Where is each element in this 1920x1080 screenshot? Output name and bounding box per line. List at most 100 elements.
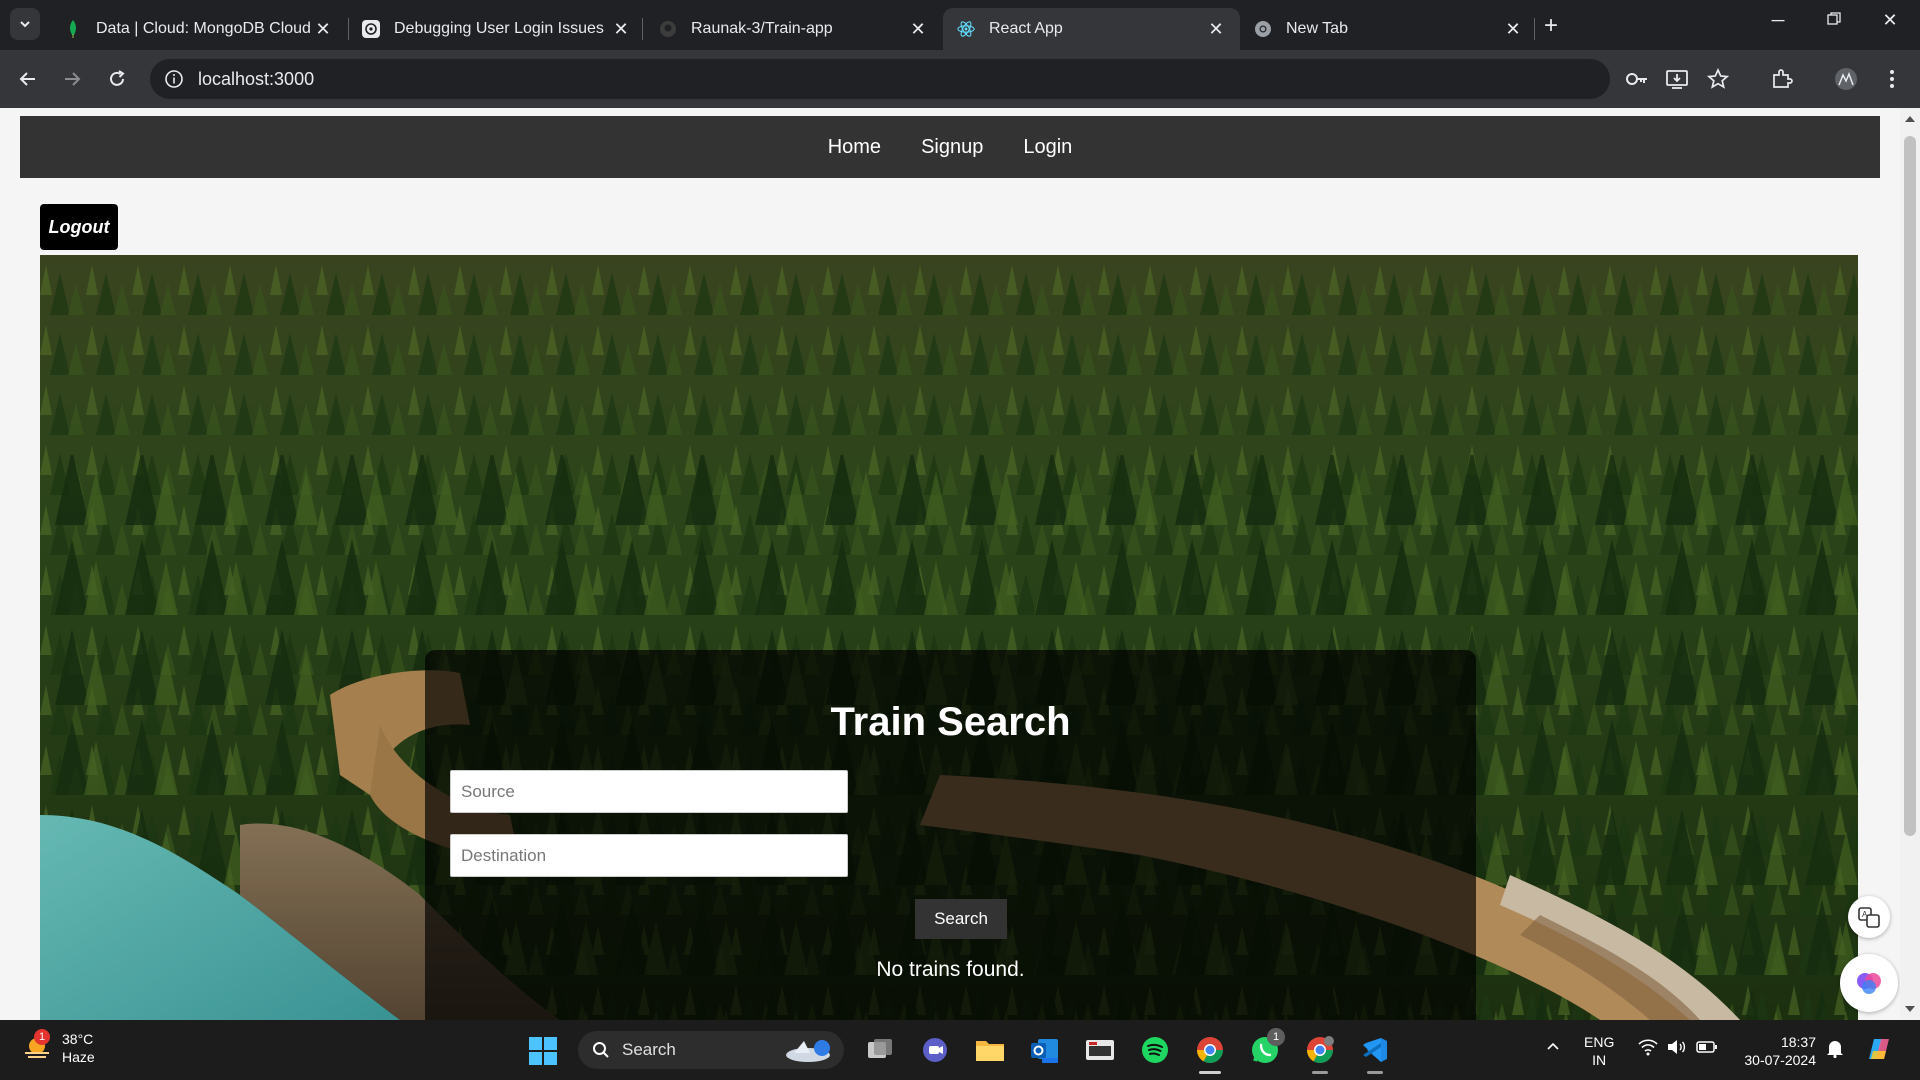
taskbar-search-box[interactable]: Search (578, 1031, 844, 1069)
site-info-icon[interactable] (164, 69, 184, 89)
tab-mongodb[interactable]: Data | Cloud: MongoDB Cloud ✕ (50, 8, 347, 50)
search-icon (593, 1042, 609, 1058)
tab-chatgpt[interactable]: Debugging User Login Issues ✕ (348, 8, 645, 50)
address-bar[interactable]: localhost:3000 (150, 59, 1610, 99)
notification-bell-icon[interactable] (1826, 1038, 1844, 1063)
svg-text:A: A (1862, 910, 1868, 919)
weather-haze-icon: 1 (22, 1029, 52, 1063)
tab-search-button[interactable] (10, 8, 40, 40)
teams-chat-icon[interactable] (919, 1034, 951, 1066)
mongodb-leaf-icon (64, 20, 82, 38)
destination-input[interactable] (450, 834, 848, 877)
tab-react-app[interactable]: React App ✕ (943, 8, 1240, 50)
bookmark-star-icon[interactable] (1703, 64, 1733, 94)
browser-tabstrip: Data | Cloud: MongoDB Cloud ✕ Debugging … (0, 0, 1920, 50)
source-input[interactable] (450, 770, 848, 813)
scroll-up-arrow-icon[interactable] (1905, 116, 1915, 122)
tray-chevron-up-icon[interactable] (1545, 1038, 1561, 1059)
nav-login-link[interactable]: Login (1023, 136, 1072, 159)
password-key-icon[interactable] (1622, 64, 1652, 94)
forward-button[interactable] (57, 64, 87, 94)
chrome-icon (1254, 20, 1272, 38)
spotify-icon[interactable] (1139, 1034, 1171, 1066)
profile-avatar-icon[interactable] (1831, 64, 1861, 94)
taskbar-search-label: Search (622, 1040, 676, 1059)
input-language-indicator[interactable]: ENG IN (1584, 1033, 1614, 1069)
new-tab-button[interactable]: + (1544, 12, 1558, 40)
tab-title: New Tab (1286, 20, 1348, 37)
page-viewport: Home Signup Login Logout Train Search So… (0, 108, 1920, 1020)
windows-start-icon[interactable] (528, 1036, 558, 1071)
file-explorer-icon[interactable] (974, 1034, 1006, 1066)
window-close-icon[interactable]: ✕ (1870, 10, 1910, 31)
site-navbar: Home Signup Login (20, 116, 1880, 178)
url-text[interactable]: localhost:3000 (198, 69, 314, 90)
tab-separator (642, 18, 643, 40)
tab-new-tab[interactable]: New Tab ✕ (1240, 8, 1537, 50)
close-icon[interactable]: ✕ (1503, 19, 1523, 39)
hero-background-image: Train Search Search No trains found. (40, 255, 1858, 1020)
wifi-icon[interactable] (1638, 1038, 1658, 1061)
copilot-icon[interactable] (1864, 1034, 1894, 1069)
back-button[interactable] (13, 64, 43, 94)
page-scrollbar[interactable] (1900, 108, 1920, 1020)
tab-title: Raunak-3/Train-app (691, 20, 833, 37)
chrome-taskbar-icon[interactable] (1194, 1034, 1226, 1074)
vscode-icon[interactable] (1359, 1034, 1391, 1074)
search-highlight-icon (786, 1040, 830, 1062)
task-view-icon[interactable] (864, 1034, 896, 1066)
github-icon (659, 20, 677, 38)
chevron-down-icon (20, 21, 30, 28)
close-icon[interactable]: ✕ (1206, 19, 1226, 39)
train-search-title: Train Search (830, 700, 1071, 744)
tab-title: React App (989, 20, 1063, 37)
whatsapp-icon[interactable]: 1 (1249, 1028, 1285, 1066)
train-search-card: Train Search Search No trains found. (425, 650, 1476, 1020)
whatsapp-badge: 1 (1267, 1028, 1285, 1046)
language-line2: IN (1592, 1052, 1607, 1068)
outlook-icon[interactable] (1029, 1034, 1061, 1066)
chrome-profile-icon[interactable] (1304, 1034, 1336, 1074)
weather-widget[interactable]: 1 38°C Haze (22, 1029, 95, 1066)
arrow-right-icon (65, 72, 81, 86)
reload-icon (110, 70, 125, 86)
weather-badge: 1 (34, 1029, 50, 1045)
tab-title: Data | Cloud: MongoDB Cloud (96, 20, 311, 37)
scroll-down-arrow-icon[interactable] (1905, 1006, 1915, 1012)
browser-toolbar: localhost:3000 (0, 50, 1920, 108)
tab-github[interactable]: Raunak-3/Train-app ✕ (645, 8, 942, 50)
windows-taskbar: 1 38°C Haze Search 1 ENG IN 18:37 30-07-… (0, 1020, 1920, 1080)
react-icon (957, 20, 975, 38)
system-clock[interactable]: 18:37 30-07-2024 (1738, 1033, 1816, 1069)
weather-text: 38°C Haze (62, 1030, 95, 1066)
tab-title: Debugging User Login Issues (394, 20, 604, 37)
search-result-message: No trains found. (876, 958, 1025, 981)
language-line1: ENG (1584, 1034, 1615, 1050)
close-icon[interactable]: ✕ (908, 19, 928, 39)
battery-icon[interactable] (1696, 1038, 1718, 1061)
nav-signup-link[interactable]: Signup (921, 136, 983, 159)
reload-button[interactable] (102, 64, 132, 94)
volume-icon[interactable] (1666, 1038, 1686, 1061)
install-app-icon[interactable] (1662, 64, 1692, 94)
logout-button[interactable]: Logout (40, 204, 118, 250)
chatgpt-icon (362, 20, 380, 38)
close-icon[interactable]: ✕ (313, 19, 333, 39)
camera-app-icon[interactable] (1084, 1034, 1116, 1066)
search-button[interactable]: Search (915, 899, 1007, 939)
weather-condition: Haze (62, 1049, 95, 1065)
ai-assistant-icon[interactable] (1840, 954, 1898, 1012)
extensions-puzzle-icon[interactable] (1767, 64, 1797, 94)
screen: Data | Cloud: MongoDB Cloud ✕ Debugging … (0, 0, 1920, 1080)
arrow-left-icon (19, 72, 35, 86)
close-icon[interactable]: ✕ (611, 19, 631, 39)
nav-home-link[interactable]: Home (828, 136, 881, 159)
translate-icon[interactable]: A (1848, 896, 1890, 938)
scrollbar-thumb[interactable] (1904, 136, 1916, 836)
weather-temp: 38°C (62, 1031, 94, 1047)
kebab-menu-icon[interactable] (1877, 64, 1907, 94)
restore-icon[interactable] (1814, 10, 1854, 31)
clock-date: 30-07-2024 (1744, 1052, 1816, 1068)
tab-separator (1534, 18, 1535, 40)
minimize-icon[interactable]: ─ (1758, 10, 1798, 31)
